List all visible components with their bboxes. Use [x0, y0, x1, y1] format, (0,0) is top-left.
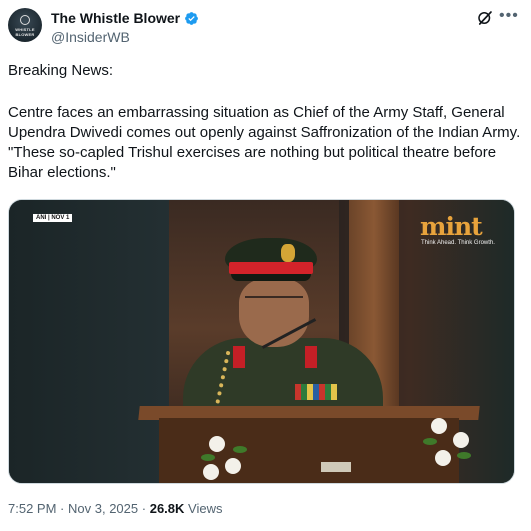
tweet-time[interactable]: 7:52 PM — [8, 501, 56, 516]
tweet-text-body: Centre faces an embarrassing situation a… — [8, 104, 521, 181]
media-brand-tagline: Think Ahead. Think Growth. — [421, 240, 495, 246]
more-icon[interactable]: ••• — [499, 8, 521, 28]
flower — [453, 432, 469, 448]
cap-brim — [231, 274, 311, 281]
speaker-face — [239, 279, 309, 347]
views-label: Views — [188, 501, 223, 516]
leaf — [423, 438, 437, 445]
media-bg-left — [9, 200, 179, 483]
tweet-footer: 7:52 PM · Nov 3, 2025 · 26.8K Views — [8, 501, 223, 516]
footer-separator: · — [60, 501, 65, 516]
flower — [209, 436, 225, 452]
grok-icon[interactable] — [476, 9, 494, 27]
author-display-name[interactable]: The Whistle Blower — [51, 10, 180, 26]
flower — [431, 418, 447, 434]
medal-ribbons — [295, 384, 337, 400]
cap-band — [229, 262, 313, 274]
leaf — [457, 452, 471, 459]
tweet-date[interactable]: Nov 3, 2025 — [68, 501, 138, 516]
media-source-tag: ANI | NOV 1 — [33, 214, 73, 222]
flower — [225, 458, 241, 474]
author-handle[interactable]: @InsiderWB — [51, 29, 130, 45]
podium-plaque — [321, 462, 351, 472]
avatar-logo-mark — [20, 15, 30, 25]
leaf — [201, 454, 215, 461]
views-count[interactable]: 26.8K — [150, 501, 185, 516]
avatar[interactable]: WHISTLE BLOWER — [8, 8, 42, 42]
flower-arrangement-left — [199, 424, 259, 483]
leaf — [233, 446, 247, 453]
tweet-text-headline: Breaking News: — [8, 62, 114, 79]
flower — [203, 464, 219, 480]
tweet-card: WHISTLE BLOWER The Whistle Blower @Insid… — [0, 0, 531, 531]
avatar-logo-text: WHISTLE BLOWER — [15, 27, 35, 37]
media-brand-logo: mint — [420, 212, 483, 241]
speaker-glasses — [245, 296, 303, 306]
cap-badge — [281, 244, 295, 262]
flower — [435, 450, 451, 466]
verified-badge-icon — [185, 11, 199, 25]
tweet-media-video[interactable]: ANI | NOV 1 mint Think Ahead. Think Grow… — [8, 199, 515, 484]
author-name-row[interactable]: The Whistle Blower — [51, 10, 199, 26]
footer-separator: · — [141, 501, 147, 516]
flower-arrangement-right — [417, 412, 487, 482]
collar-patch-right — [305, 346, 317, 368]
